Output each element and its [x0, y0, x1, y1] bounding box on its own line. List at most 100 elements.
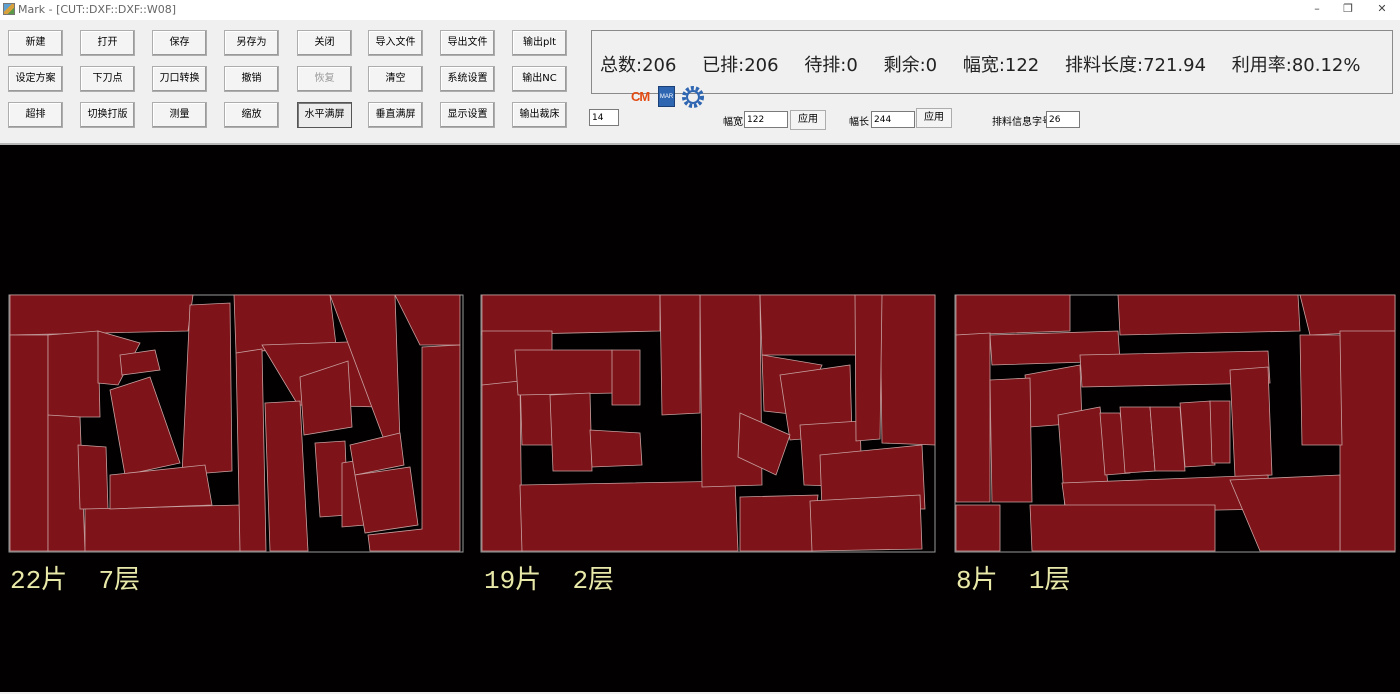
toolbar-button[interactable]: 输出plt: [512, 30, 567, 56]
stat-length: 排料长度:721.94: [1065, 55, 1207, 76]
nested-piece[interactable]: [47, 330, 101, 418]
toolbar-button[interactable]: 超排: [8, 102, 63, 128]
sheet-3-caption: 8片 1层: [956, 559, 1070, 596]
nested-piece[interactable]: [1229, 474, 1341, 552]
toolbar-button[interactable]: 切换打版: [80, 102, 135, 128]
nested-piece[interactable]: [659, 294, 701, 416]
toolbar-button[interactable]: 导出文件: [440, 30, 495, 56]
nested-piece[interactable]: [481, 294, 661, 336]
width-input[interactable]: [744, 111, 788, 128]
toolbar-button[interactable]: 另存为: [224, 30, 279, 56]
stat-pending: 待排:0: [804, 55, 858, 76]
restore-button[interactable]: ❐: [1335, 1, 1361, 17]
nesting-canvas[interactable]: 22片 7层 19片 2层 8片 1层: [0, 143, 1400, 692]
apply-length-button[interactable]: 应用: [916, 108, 952, 128]
gap-input[interactable]: [589, 109, 619, 126]
nested-piece[interactable]: [1149, 406, 1186, 472]
toolbar-button[interactable]: 新建: [8, 30, 63, 56]
font-size-input[interactable]: [1046, 111, 1080, 128]
window-title: Mark - [CUT::DXF::DXF::W08]: [18, 3, 176, 16]
toolbar-button[interactable]: 设定方案: [8, 66, 63, 92]
nested-piece[interactable]: [481, 380, 523, 552]
nested-piece[interactable]: [989, 377, 1033, 503]
nested-piece[interactable]: [1209, 400, 1231, 464]
nested-piece[interactable]: [589, 429, 643, 468]
nested-piece[interactable]: [1339, 330, 1396, 552]
toolbar-button[interactable]: 撤销: [224, 66, 279, 92]
nested-piece[interactable]: [77, 444, 109, 510]
stat-placed: 已排:206: [702, 55, 779, 76]
nesting-stats-panel: 总数:206 已排:206 待排:0 剩余:0 幅宽:122 排料长度:721.…: [591, 30, 1393, 94]
nested-piece[interactable]: [514, 349, 617, 396]
gear-icon[interactable]: [681, 85, 705, 109]
toolbar-button[interactable]: 测量: [152, 102, 207, 128]
nested-piece[interactable]: [879, 294, 936, 446]
nested-piece[interactable]: [955, 504, 1001, 552]
sheet-1-pieces: 22片: [10, 566, 68, 596]
sheet-1-caption: 22片 7层: [10, 559, 140, 596]
toolbar-button[interactable]: 导入文件: [368, 30, 423, 56]
toolbar: 新建 打开 保存 另存为 关闭 导入文件 导出文件 输出plt 设定方案 下刀点 刀口转换 撤销 恢复清…: [0, 20, 1400, 140]
nested-piece[interactable]: [181, 302, 233, 476]
nested-piece[interactable]: [1299, 294, 1396, 336]
title-bar: Mark - [CUT::DXF::DXF::W08] – ❐ ✕: [0, 0, 1400, 20]
nested-piece[interactable]: [549, 392, 593, 472]
toolbar-button[interactable]: 水平满屏: [297, 102, 352, 128]
nested-piece[interactable]: [1229, 366, 1273, 478]
close-button[interactable]: ✕: [1369, 1, 1395, 17]
sheet-3-layers: 1层: [1028, 566, 1071, 596]
nested-piece[interactable]: [1117, 294, 1301, 336]
width-label: 幅宽: [723, 117, 743, 128]
nested-piece[interactable]: [119, 349, 161, 376]
font-size-label: 排料信息字号: [992, 117, 1052, 128]
toolbar-button[interactable]: 清空: [368, 66, 423, 92]
nested-piece[interactable]: [84, 504, 241, 552]
nested-piece[interactable]: [264, 400, 309, 552]
sheet-2-caption: 19片 2层: [484, 559, 614, 596]
nested-piece[interactable]: [9, 334, 49, 552]
apply-width-button[interactable]: 应用: [790, 110, 826, 130]
toolbar-button[interactable]: 垂直满屏: [368, 102, 423, 128]
nested-piece[interactable]: [9, 294, 194, 336]
toolbar-button[interactable]: 保存: [152, 30, 207, 56]
nesting-drawing[interactable]: [0, 145, 1400, 694]
nested-piece[interactable]: [955, 294, 1071, 336]
toolbar-button[interactable]: 关闭: [297, 30, 352, 56]
nested-piece[interactable]: [739, 494, 819, 552]
sheet-1-layers: 7层: [98, 566, 141, 596]
nested-piece[interactable]: [809, 494, 923, 552]
toolbar-button[interactable]: 恢复: [297, 66, 352, 92]
nested-piece[interactable]: [854, 294, 883, 442]
nested-piece[interactable]: [1179, 400, 1216, 468]
toolbar-button[interactable]: 系统设置: [440, 66, 495, 92]
toolbar-button[interactable]: 下刀点: [80, 66, 135, 92]
toolbar-button[interactable]: 缩放: [224, 102, 279, 128]
toolbar-button[interactable]: 输出裁床: [512, 102, 567, 128]
toolbar-button[interactable]: 输出NC: [512, 66, 567, 92]
nested-piece[interactable]: [1029, 504, 1216, 552]
minimize-button[interactable]: –: [1304, 1, 1330, 17]
toolbar-button[interactable]: 打开: [80, 30, 135, 56]
sheet-3-pieces: 8片: [956, 566, 998, 596]
stat-utilization: 利用率:80.12%: [1231, 55, 1361, 76]
toolbar-button[interactable]: 刀口转换: [152, 66, 207, 92]
document-icon[interactable]: MAR: [658, 86, 675, 107]
sheet-2-pieces: 19片: [484, 566, 542, 596]
toolbar-button[interactable]: 显示设置: [440, 102, 495, 128]
nesting-stats: 总数:206 已排:206 待排:0 剩余:0 幅宽:122 排料长度:721.…: [600, 51, 1380, 77]
cm-icon[interactable]: CM: [631, 89, 651, 107]
stat-width: 幅宽:122: [962, 55, 1040, 76]
nested-piece[interactable]: [394, 294, 461, 346]
nested-piece[interactable]: [1119, 406, 1156, 474]
nested-piece[interactable]: [611, 349, 641, 406]
app-icon: [3, 3, 15, 15]
nested-piece[interactable]: [955, 332, 991, 503]
nested-piece[interactable]: [109, 376, 181, 476]
nested-piece[interactable]: [1299, 334, 1343, 446]
nested-piece[interactable]: [519, 480, 739, 552]
sheet-2-layers: 2层: [572, 566, 615, 596]
nested-piece[interactable]: [354, 466, 419, 534]
stat-remaining: 剩余:0: [883, 55, 938, 76]
length-input[interactable]: [871, 111, 915, 128]
nested-piece[interactable]: [235, 348, 267, 552]
